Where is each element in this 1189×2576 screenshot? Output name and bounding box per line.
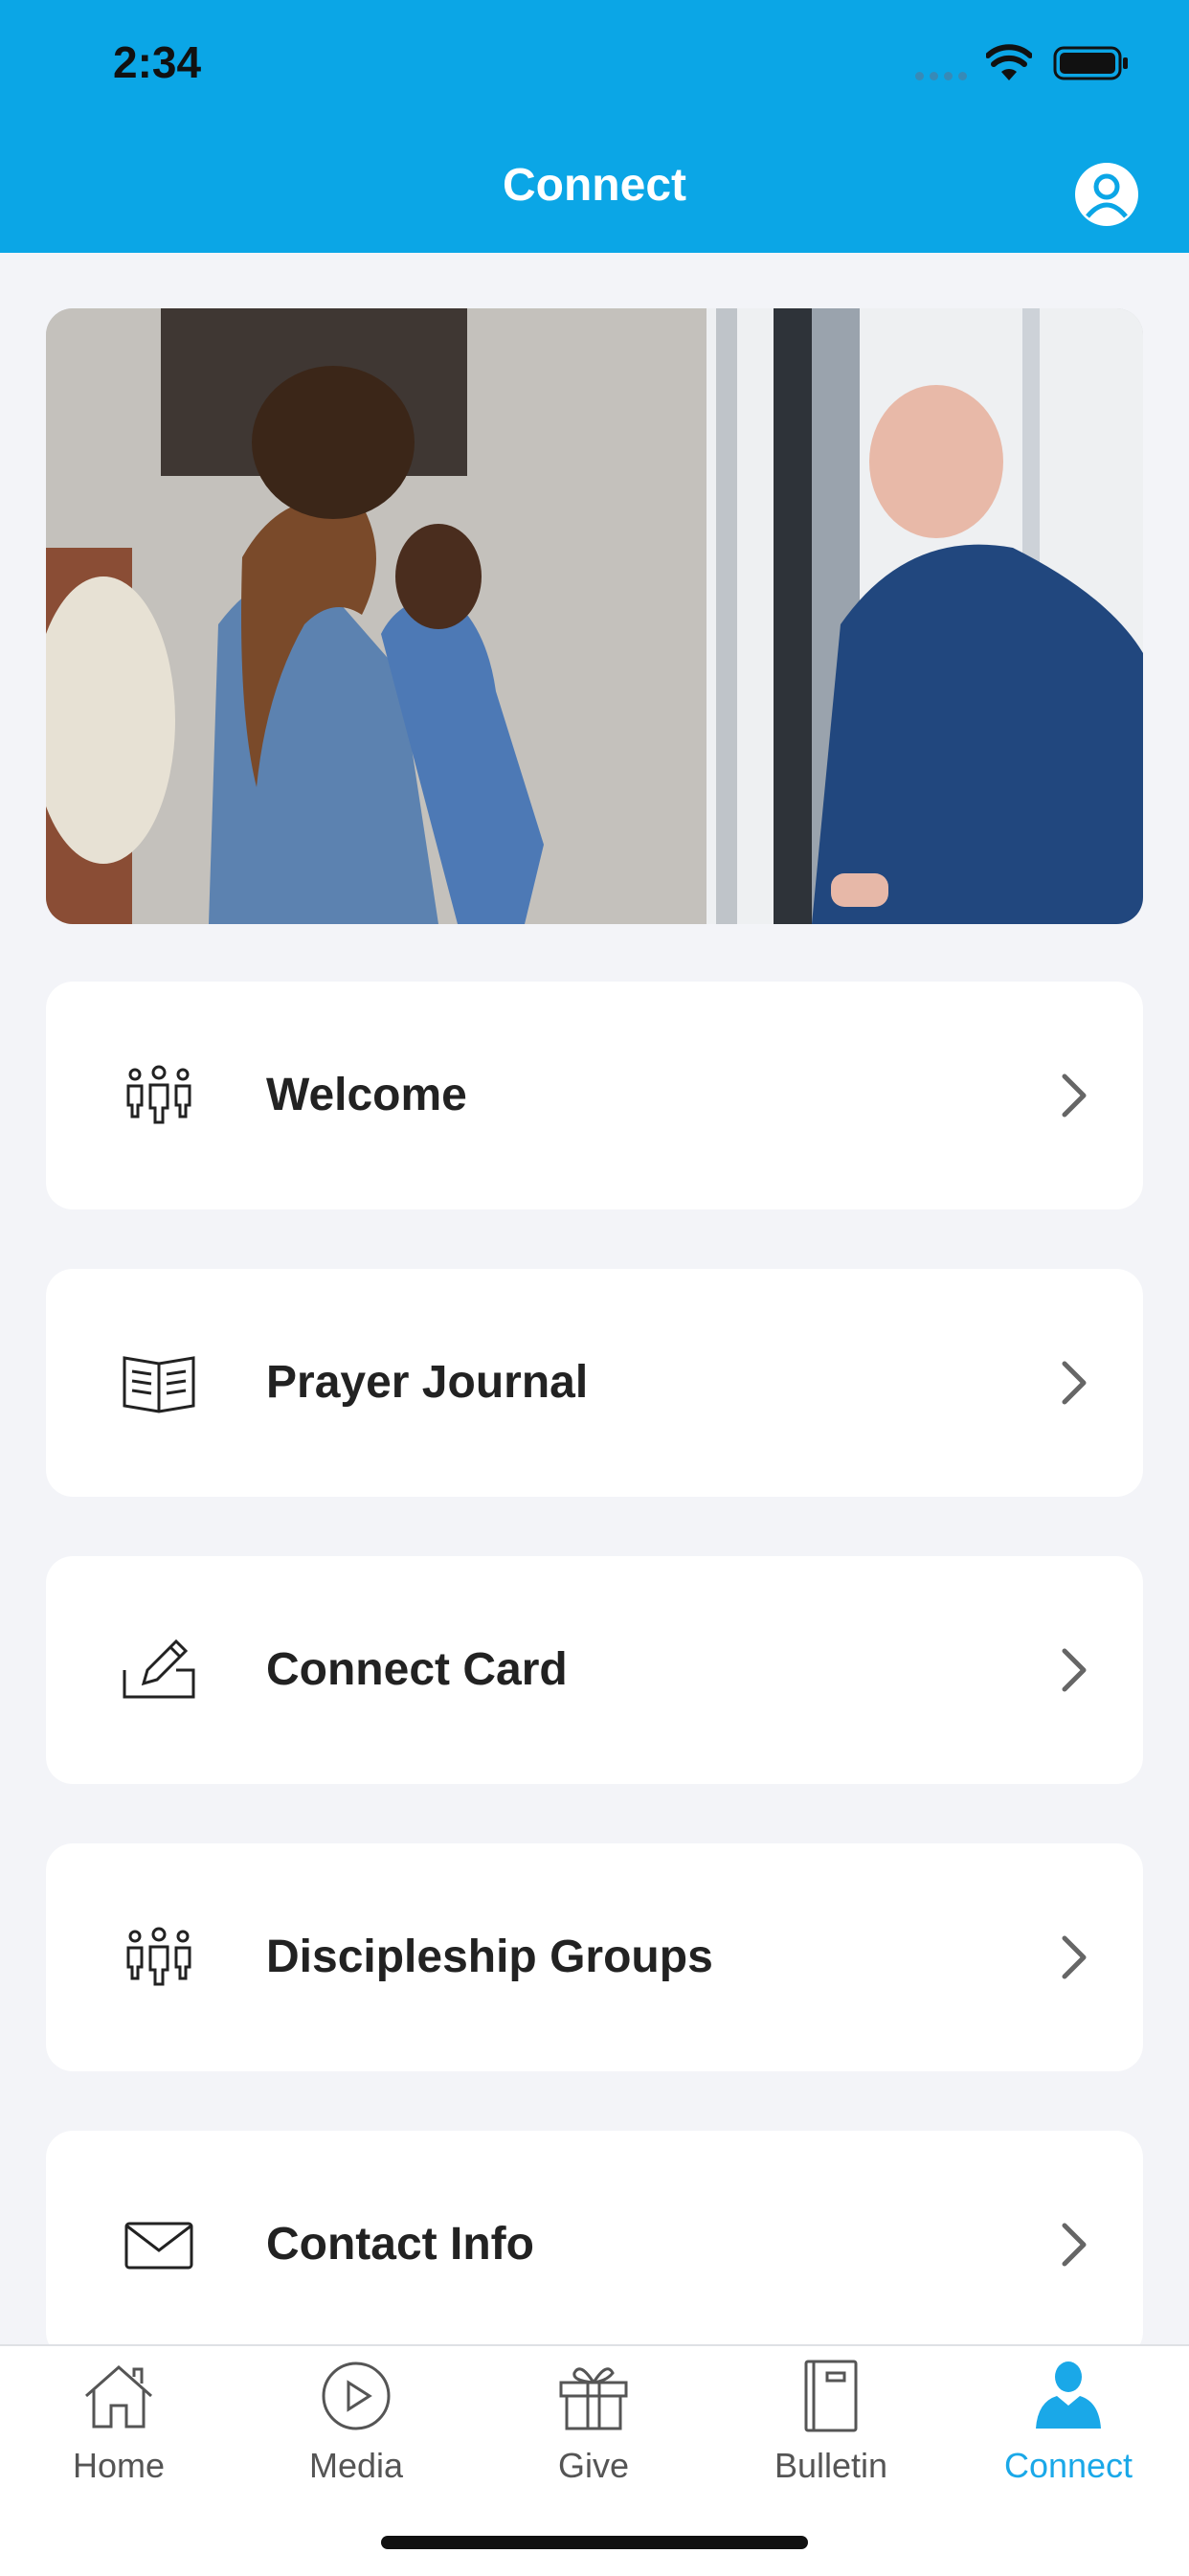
pencil-card-icon <box>123 1638 195 1699</box>
menu-item-connect-card[interactable]: Connect Card <box>46 1556 1143 1784</box>
bulletin-book-icon <box>804 2360 858 2432</box>
people-group-icon <box>126 1927 191 1986</box>
chevron-right-icon <box>1062 1648 1087 1692</box>
chevron-right-icon <box>1062 1361 1087 1405</box>
menu-item-contact-info[interactable]: Contact Info <box>46 2131 1143 2359</box>
top-navigation-bar: 2:34 Connect <box>0 0 1189 253</box>
menu-item-discipleship-groups[interactable]: Discipleship Groups <box>46 1843 1143 2071</box>
hero-photo <box>46 308 1143 924</box>
play-circle-icon <box>322 2361 391 2430</box>
chevron-right-icon <box>1062 2223 1087 2267</box>
cellular-signal-icon <box>915 72 967 80</box>
tab-label: Give <box>557 2446 630 2485</box>
tab-bulletin[interactable]: Bulletin <box>712 2346 950 2538</box>
open-book-icon <box>123 1356 195 1413</box>
menu-item-label: Prayer Journal <box>266 1357 589 1408</box>
tab-label: Media <box>308 2446 404 2485</box>
chevron-right-icon <box>1062 1935 1087 1979</box>
chevron-right-icon <box>1062 1073 1087 1118</box>
tab-label: Bulletin <box>774 2446 888 2485</box>
user-circle-icon[interactable] <box>1073 161 1140 228</box>
tab-home[interactable]: Home <box>0 2346 237 2538</box>
gift-icon <box>559 2367 628 2430</box>
wifi-icon <box>986 44 1032 80</box>
tab-connect[interactable]: Connect <box>950 2346 1187 2538</box>
home-indicator <box>381 2536 808 2549</box>
envelope-icon <box>124 2222 193 2270</box>
tab-label: Home <box>72 2446 166 2485</box>
menu-item-welcome[interactable]: Welcome <box>46 982 1143 1209</box>
home-icon <box>85 2364 152 2429</box>
menu-item-label: Contact Info <box>266 2219 534 2270</box>
tab-media[interactable]: Media <box>237 2346 475 2538</box>
menu-item-prayer-journal[interactable]: Prayer Journal <box>46 1269 1143 1497</box>
menu-item-label: Connect Card <box>266 1644 568 1695</box>
tab-label: Connect <box>1003 2446 1133 2485</box>
page-title: Connect <box>503 160 686 211</box>
tab-give[interactable]: Give <box>475 2346 712 2538</box>
battery-icon <box>1053 46 1128 80</box>
status-time: 2:34 <box>113 37 202 87</box>
person-icon <box>1036 2361 1101 2429</box>
church-greeting-photo <box>46 308 1143 924</box>
menu-item-label: Welcome <box>266 1070 467 1120</box>
people-group-icon <box>126 1065 191 1124</box>
menu-item-label: Discipleship Groups <box>266 1932 713 1982</box>
